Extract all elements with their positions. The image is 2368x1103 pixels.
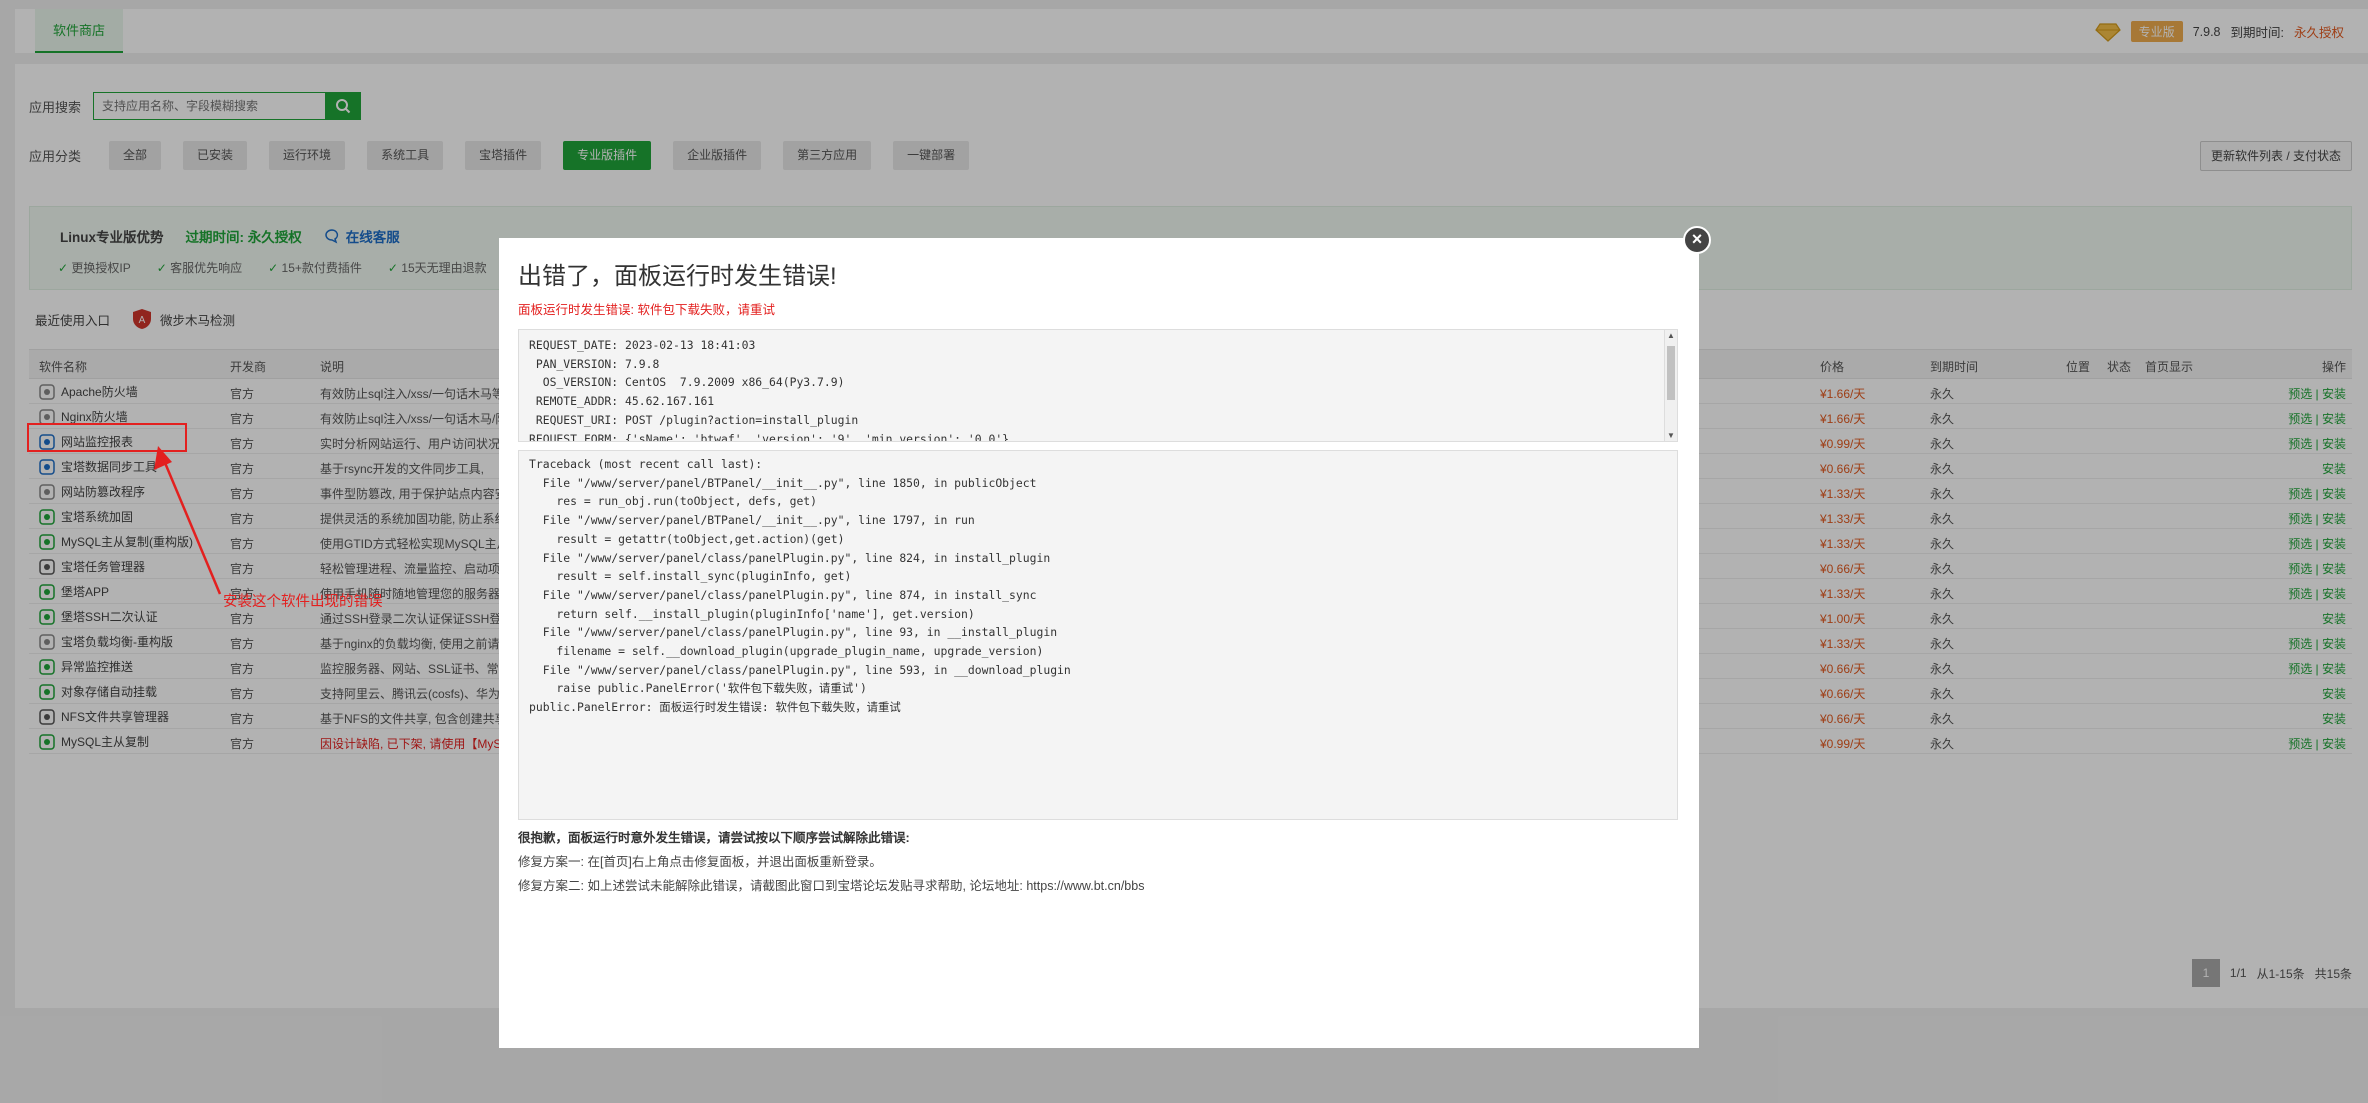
modal-subtitle: 面板运行时发生错误: 软件包下载失败，请重试 bbox=[518, 303, 775, 317]
annotation-text: 安装这个软件出现的错误 bbox=[223, 594, 383, 610]
error-modal: 出错了，面板运行时发生错误! 面板运行时发生错误: 软件包下载失败，请重试 RE… bbox=[499, 238, 1699, 1048]
modal-title: 出错了，面板运行时发生错误! bbox=[518, 263, 837, 290]
tip-one: 修复方案一: 在[首页]右上角点击修复面板，并退出面板重新登录。 bbox=[518, 855, 882, 869]
request-info-scrollbar[interactable]: ▲ ▼ bbox=[1664, 330, 1677, 441]
tip-two: 修复方案二: 如上述尝试未能解除此错误，请截图此窗口到宝塔论坛发贴寻求帮助, 论… bbox=[518, 879, 1145, 893]
fix-tips: 很抱歉，面板运行时意外发生错误，请尝试按以下顺序尝试解除此错误: 修复方案一: … bbox=[518, 826, 1144, 898]
request-info-text: REQUEST_DATE: 2023-02-13 18:41:03 PAN_VE… bbox=[529, 338, 1010, 442]
traceback-box[interactable]: Traceback (most recent call last): File … bbox=[518, 450, 1678, 820]
scroll-down-icon[interactable]: ▼ bbox=[1667, 431, 1675, 440]
close-icon[interactable]: × bbox=[1683, 226, 1711, 254]
scroll-thumb[interactable] bbox=[1667, 346, 1675, 400]
tips-title: 很抱歉，面板运行时意外发生错误，请尝试按以下顺序尝试解除此错误: bbox=[518, 831, 910, 845]
request-info-box[interactable]: REQUEST_DATE: 2023-02-13 18:41:03 PAN_VE… bbox=[518, 329, 1678, 442]
traceback-text: Traceback (most recent call last): File … bbox=[529, 457, 1071, 715]
annotation-box bbox=[27, 423, 187, 452]
scroll-up-icon[interactable]: ▲ bbox=[1667, 331, 1675, 340]
